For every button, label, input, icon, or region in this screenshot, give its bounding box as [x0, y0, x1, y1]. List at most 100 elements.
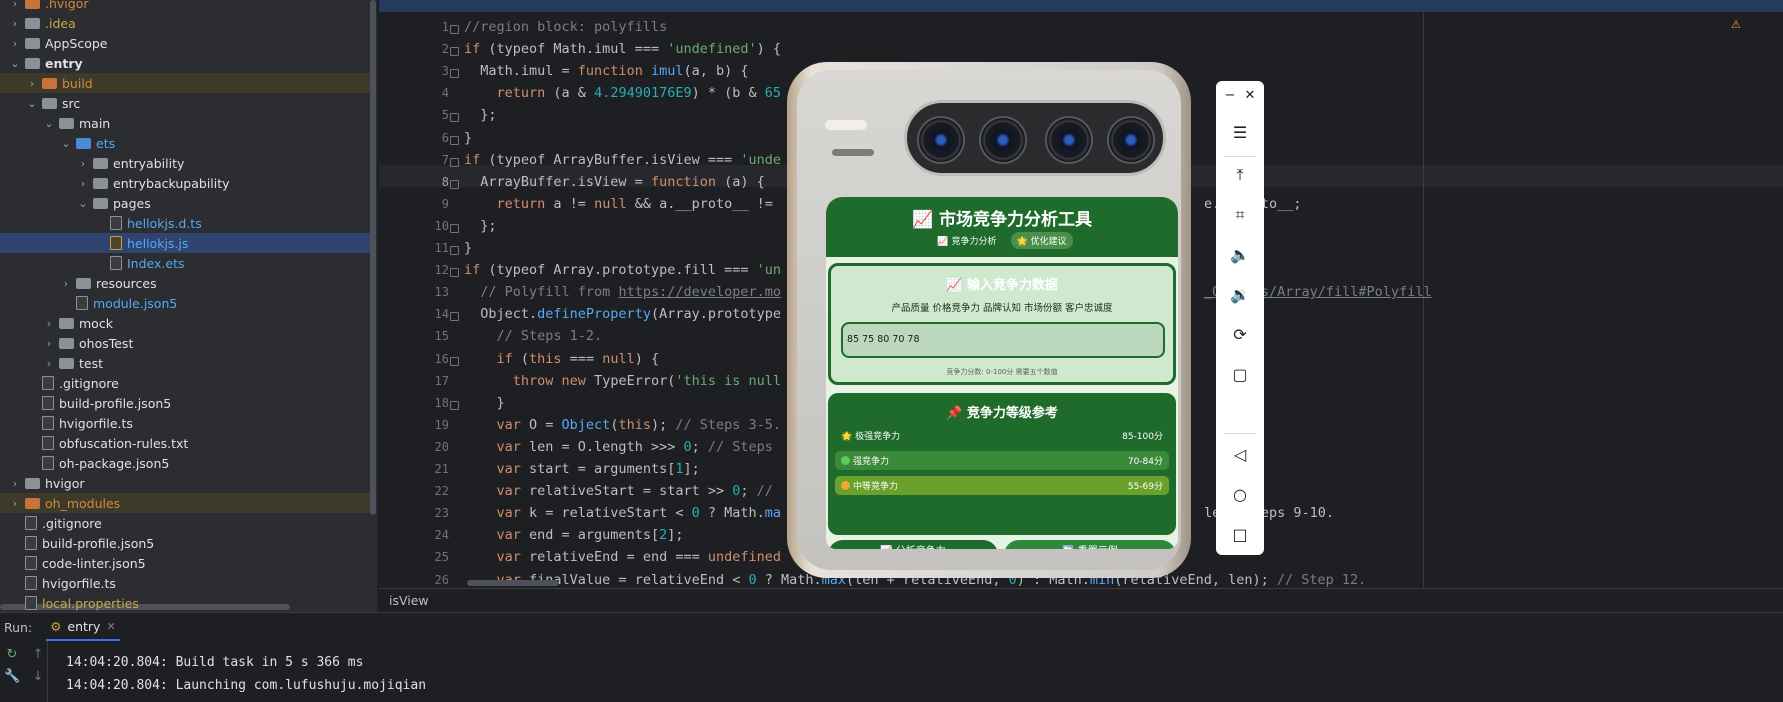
wrench-icon[interactable]: 🔧 [4, 669, 20, 685]
chevron-down-icon[interactable]: ⌄ [59, 137, 73, 150]
level-reference-card: 📌 竞争力等级参考 🌟 极强竞争力 85-100分 强竞争力 70-84分 中等… [828, 393, 1176, 535]
tree-item[interactable]: › mock [0, 313, 370, 333]
tree-item[interactable]: › AppScope [0, 33, 370, 53]
tree-item[interactable]: › oh_modules [0, 493, 370, 513]
tree-item[interactable]: ⌄ ets [0, 133, 370, 153]
fold-marker-icon[interactable] [450, 246, 459, 255]
score-input[interactable]: 85 75 80 70 78 [841, 322, 1165, 358]
volume-down-icon[interactable]: 🔉 [1228, 283, 1252, 307]
file-icon [42, 416, 54, 430]
tree-item[interactable]: local.properties [0, 593, 370, 612]
chevron-right-icon[interactable]: › [8, 37, 22, 50]
recents-icon[interactable]: □ [1228, 523, 1252, 547]
breadcrumb[interactable]: isView [379, 588, 1783, 612]
line-number: 11 [434, 241, 449, 255]
chevron-right-icon[interactable]: › [25, 77, 39, 90]
app-header: 📈 市场竞争力分析工具 📈 竞争力分析 🌟 优化建议 [826, 197, 1178, 257]
tree-item[interactable]: › .hvigor [0, 0, 370, 13]
tree-item[interactable]: › ohosTest [0, 333, 370, 353]
fold-marker-icon[interactable] [450, 25, 459, 34]
chevron-down-icon[interactable]: ⌄ [25, 97, 39, 110]
chevron-right-icon[interactable]: › [76, 177, 90, 190]
chevron-right-icon[interactable]: › [76, 157, 90, 170]
fold-marker-icon[interactable] [450, 400, 459, 410]
tree-item[interactable]: › build [0, 73, 370, 93]
chevron-right-icon[interactable]: › [42, 317, 56, 330]
tree-item[interactable]: ⌄ main [0, 113, 370, 133]
chevron-right-icon[interactable]: › [8, 17, 22, 30]
volume-up-icon[interactable]: 🔈 [1228, 243, 1252, 267]
fold-marker-icon[interactable] [450, 268, 459, 278]
reset-button[interactable]: 🔄 重置示例 [1004, 540, 1176, 549]
tree-item[interactable]: code-linter.json5 [0, 553, 370, 573]
tree-item[interactable]: › resources [0, 273, 370, 293]
tree-item[interactable]: ⌄ src [0, 93, 370, 113]
tree-item[interactable]: obfuscation-rules.txt [0, 433, 370, 453]
back-icon[interactable]: ◁ [1228, 443, 1252, 467]
file-icon [42, 376, 54, 390]
tree-item[interactable]: ⌄ pages [0, 193, 370, 213]
run-tab-entry[interactable]: ⚙ entry ✕ [46, 613, 120, 641]
fold-marker-icon[interactable] [450, 47, 459, 57]
home-icon[interactable]: ○ [1228, 483, 1252, 507]
line-number: 12 [434, 263, 449, 278]
square-icon[interactable]: ▢ [1228, 363, 1252, 387]
tree-item[interactable]: oh-package.json5 [0, 453, 370, 473]
chevron-down-icon[interactable]: ⌄ [42, 117, 56, 130]
fold-marker-icon[interactable] [450, 113, 459, 123]
code-line: return (a & 4.29490176E9) * (b & 65 [496, 85, 782, 102]
close-button[interactable]: ✕ [1238, 84, 1262, 108]
tree-item[interactable]: build-profile.json5 [0, 393, 370, 413]
tree-item[interactable]: module.json5 [0, 293, 370, 313]
chevron-right-icon[interactable]: › [8, 477, 22, 490]
close-icon[interactable]: ✕ [106, 620, 115, 633]
tree-item-label: hvigorfile.ts [59, 415, 133, 431]
tree-item[interactable]: .gitignore [0, 513, 370, 533]
rotate-icon[interactable]: ⟳ [1228, 323, 1252, 347]
tree-item[interactable]: hellokjs.js [0, 233, 370, 253]
menu-icon[interactable]: ☰ [1228, 121, 1252, 145]
camera-lens [979, 116, 1027, 164]
code-line: } [464, 129, 473, 146]
tree-vertical-scrollbar[interactable] [370, 0, 376, 515]
tree-item[interactable]: › entrybackupability [0, 173, 370, 193]
fold-marker-icon[interactable] [450, 135, 459, 145]
fold-marker-icon[interactable] [450, 157, 459, 167]
line-number: 9 [441, 196, 449, 211]
folder-icon [25, 17, 40, 29]
tree-item[interactable]: › .idea [0, 13, 370, 33]
crop-icon[interactable]: ⌗ [1228, 203, 1252, 227]
tree-item[interactable]: Index.ets [0, 253, 370, 273]
tree-item[interactable]: hvigorfile.ts [0, 413, 370, 433]
level-range: 70-84分 [1127, 457, 1163, 467]
tree-item[interactable]: build-profile.json5 [0, 533, 370, 553]
tree-item[interactable]: › hvigor [0, 473, 370, 493]
scroll-up-icon[interactable]: ↑ [30, 647, 46, 663]
fold-marker-icon[interactable] [450, 223, 459, 233]
chevron-right-icon[interactable]: › [42, 337, 56, 350]
warning-icon[interactable]: ⚠ [1731, 18, 1741, 31]
tree-item[interactable]: hellokjs.d.ts [0, 213, 370, 233]
tree-item[interactable]: ⌄ entry [0, 53, 370, 73]
tree-item[interactable]: .gitignore [0, 373, 370, 393]
folder-icon [42, 97, 57, 109]
chevron-right-icon[interactable]: › [8, 497, 22, 510]
fold-marker-icon[interactable] [450, 179, 459, 189]
scroll-down-icon[interactable]: ↓ [30, 669, 46, 685]
rerun-icon[interactable]: ↻ [4, 647, 20, 663]
editor-horizontal-scrollbar[interactable] [467, 580, 559, 586]
code-line: if (typeof ArrayBuffer.isView === 'unde [464, 151, 781, 168]
chevron-down-icon[interactable]: ⌄ [8, 57, 22, 70]
tree-item[interactable]: › test [0, 353, 370, 373]
tree-item[interactable]: hvigorfile.ts [0, 573, 370, 593]
fold-marker-icon[interactable] [450, 312, 459, 322]
fold-marker-icon[interactable] [450, 69, 459, 79]
fold-marker-icon[interactable] [450, 356, 459, 366]
tree-item[interactable]: › entryability [0, 153, 370, 173]
chevron-down-icon[interactable]: ⌄ [76, 197, 90, 210]
chevron-right-icon[interactable]: › [42, 357, 56, 370]
chevron-right-icon[interactable]: › [59, 277, 73, 290]
analyze-button[interactable]: 📈 分析竞争力 [828, 540, 998, 549]
chevron-right-icon[interactable]: › [8, 0, 22, 10]
top-icon[interactable]: ⤒ [1228, 163, 1252, 187]
